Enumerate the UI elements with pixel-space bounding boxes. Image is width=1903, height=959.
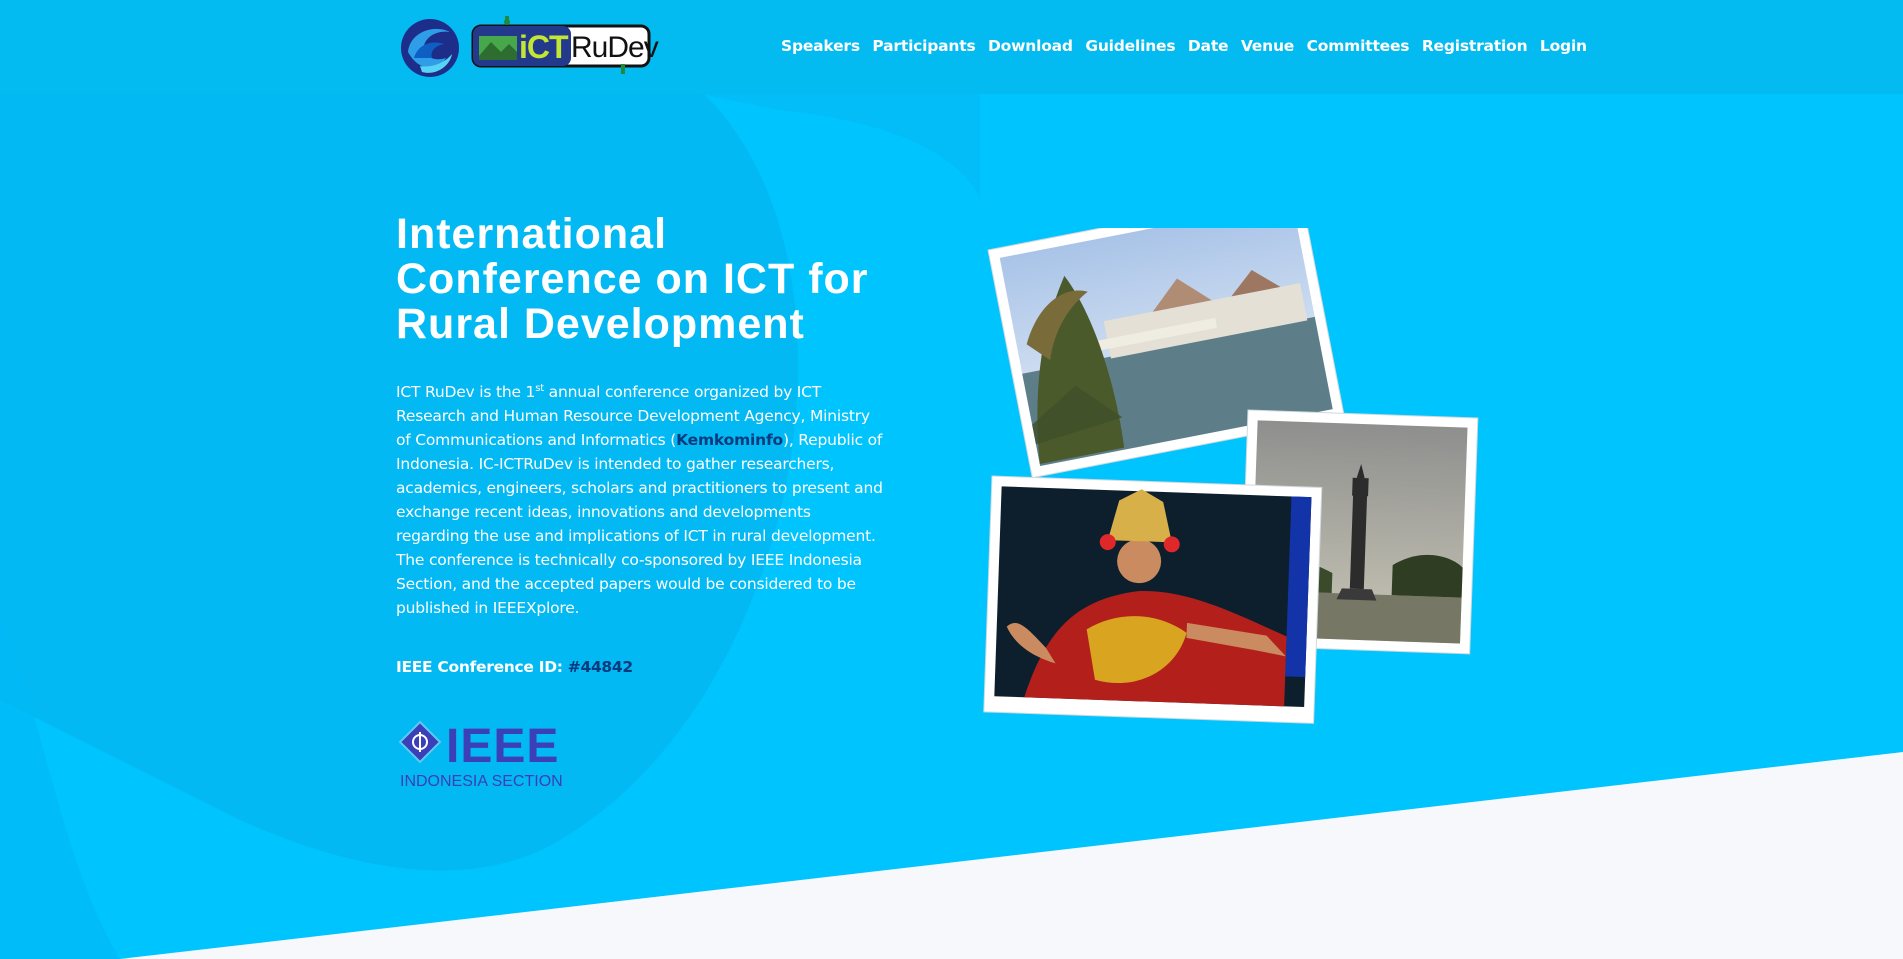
nav-download[interactable]: Download xyxy=(988,37,1073,55)
nav-committees[interactable]: Committees xyxy=(1307,37,1410,55)
ieee-indonesia-logo[interactable]: IEEE INDONESIA SECTION xyxy=(398,718,576,794)
conference-id: IEEE Conference ID: #44842 xyxy=(396,658,633,676)
nav-guidelines[interactable]: Guidelines xyxy=(1085,37,1175,55)
nav-venue[interactable]: Venue xyxy=(1241,37,1294,55)
intro-text-1: ICT RuDev is the 1 xyxy=(396,383,536,402)
hero-background xyxy=(0,0,1903,959)
nav-speakers[interactable]: Speakers xyxy=(781,37,860,55)
ieee-diamond-icon xyxy=(398,720,442,764)
ieee-logo-text: IEEE xyxy=(446,720,559,773)
logo-ict-text: iCT xyxy=(519,29,569,65)
conference-id-label: IEEE Conference ID: xyxy=(396,658,568,676)
bali-photo-collage xyxy=(983,228,1479,724)
main-nav: Speakers Participants Download Guideline… xyxy=(781,37,1599,55)
conference-id-link[interactable]: #44842 xyxy=(568,658,633,676)
photo-balinese-dancer xyxy=(983,475,1323,724)
nav-participants[interactable]: Participants xyxy=(872,37,975,55)
nav-registration[interactable]: Registration xyxy=(1422,37,1528,55)
logo-rudev-text: RuDev xyxy=(571,31,659,64)
kemkominfo-link[interactable]: Kemkominfo xyxy=(676,431,783,449)
top-navbar: iCT RuDev Speakers Participants Download… xyxy=(0,0,1903,94)
page-title: International Conference on ICT for Rura… xyxy=(396,210,869,348)
intro-superscript: st xyxy=(535,383,544,394)
nav-login[interactable]: Login xyxy=(1540,37,1587,55)
ieee-logo-subtext: INDONESIA SECTION xyxy=(400,773,563,790)
intro-paragraph: ICT RuDev is the 1st annual conference o… xyxy=(396,377,886,620)
kominfo-logo-icon[interactable] xyxy=(400,18,460,78)
nav-date[interactable]: Date xyxy=(1188,37,1229,55)
intro-text-3: ), Republic of Indonesia. IC-ICTRuDev is… xyxy=(396,431,883,618)
